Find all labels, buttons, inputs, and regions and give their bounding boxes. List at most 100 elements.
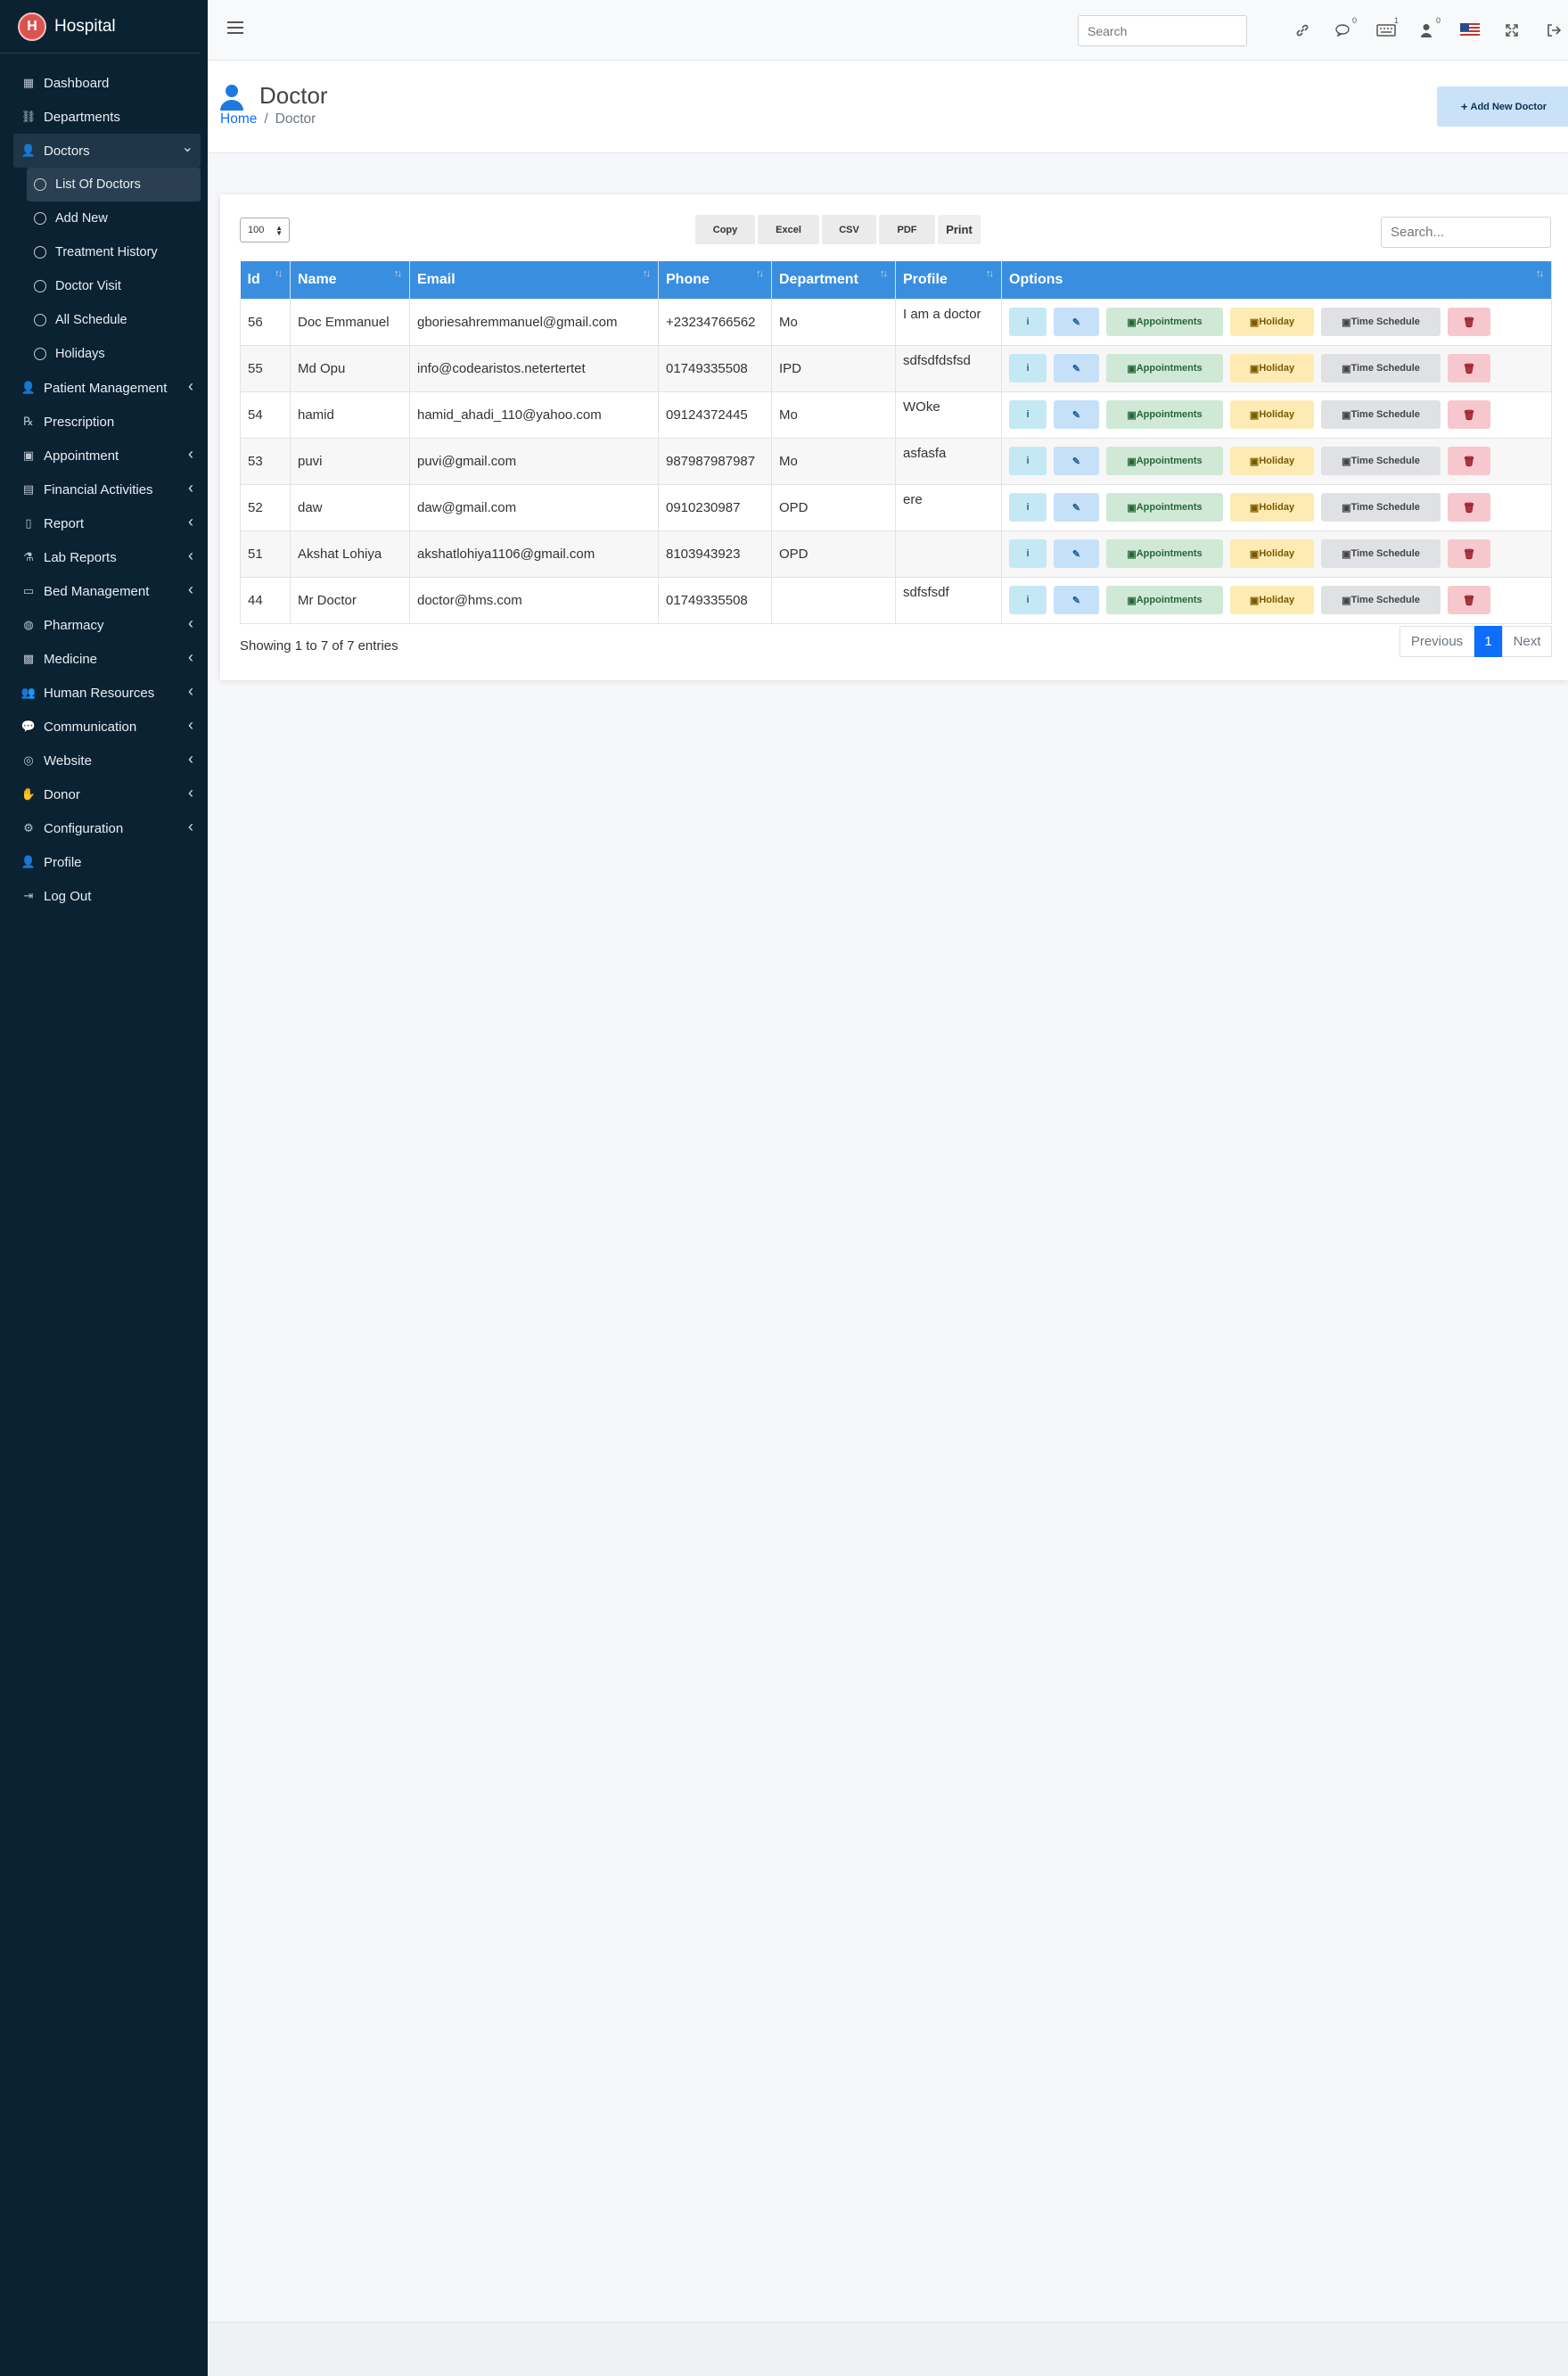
sidebar-subitem-add-new[interactable]: Add New (27, 201, 201, 235)
appointments-button[interactable]: ▣ Appointments (1106, 539, 1223, 568)
time-schedule-button[interactable]: ▣ Time Schedule (1321, 400, 1441, 429)
sidebar-item-profile[interactable]: 👤 Profile (13, 845, 201, 879)
sidebar-item-prescription[interactable]: ℞ Prescription (13, 405, 201, 439)
edit-button[interactable]: ✎ (1054, 586, 1099, 614)
time-schedule-button[interactable]: ▣ Time Schedule (1321, 493, 1441, 522)
info-button[interactable]: i (1009, 586, 1047, 614)
delete-button[interactable]: 🗑 (1448, 400, 1490, 429)
sidebar-item-financial-activities[interactable]: ▤ Financial Activities ‹ (13, 473, 201, 506)
time-schedule-button[interactable]: ▣ Time Schedule (1321, 586, 1441, 614)
time-schedule-button[interactable]: ▣ Time Schedule (1321, 539, 1441, 568)
info-button[interactable]: i (1009, 308, 1047, 336)
edit-button[interactable]: ✎ (1054, 400, 1099, 429)
sidebar-item-dashboard[interactable]: ▦ Dashboard (13, 66, 201, 100)
sidebar-item-configuration[interactable]: ⚙ Configuration ‹ (13, 811, 201, 845)
column-header-email[interactable]: Email ↑↓ (409, 261, 659, 299)
sidebar-item-bed-management[interactable]: ▭ Bed Management ‹ (13, 574, 201, 608)
next-page-button[interactable]: Next (1502, 626, 1552, 657)
comments-icon[interactable]: 0 (1334, 16, 1357, 41)
edit-button[interactable]: ✎ (1054, 447, 1099, 475)
cell-profile: WOke (895, 391, 1002, 439)
previous-page-button[interactable]: Previous (1400, 626, 1474, 657)
appointments-button[interactable]: ▣ Appointments (1106, 493, 1223, 522)
time-schedule-button[interactable]: ▣ Time Schedule (1321, 447, 1441, 475)
edit-button[interactable]: ✎ (1054, 539, 1099, 568)
sidebar-subitem-label: Holidays (55, 347, 105, 361)
column-header-id[interactable]: Id ↑↓ (240, 261, 291, 299)
sidebar-subitem-all-schedule[interactable]: All Schedule (27, 303, 201, 337)
breadcrumb-home-link[interactable]: Home (220, 111, 257, 127)
holiday-button[interactable]: ▣ Holiday (1230, 539, 1314, 568)
holiday-button[interactable]: ▣ Holiday (1230, 354, 1314, 382)
holiday-button[interactable]: ▣ Holiday (1230, 308, 1314, 336)
delete-button[interactable]: 🗑 (1448, 539, 1490, 568)
sidebar-item-pharmacy[interactable]: ◍ Pharmacy ‹ (13, 608, 201, 642)
delete-button[interactable]: 🗑 (1448, 354, 1490, 382)
print-button[interactable]: Print (938, 215, 981, 244)
appointments-button[interactable]: ▣ Appointments (1106, 586, 1223, 614)
sidebar-subitem-holidays[interactable]: Holidays (27, 337, 201, 371)
sidebar-item-communication[interactable]: 💬 Communication ‹ (13, 710, 201, 744)
user-plus-icon[interactable]: 0 (1417, 16, 1441, 41)
time-schedule-button[interactable]: ▣ Time Schedule (1321, 354, 1441, 382)
info-button[interactable]: i (1009, 354, 1047, 382)
info-button[interactable]: i (1009, 539, 1047, 568)
delete-button[interactable]: 🗑 (1448, 493, 1490, 522)
hamburger-menu-icon[interactable] (227, 21, 243, 34)
sidebar-item-doctors[interactable]: 👤 Doctors ⌄ (13, 134, 201, 168)
sidebar-item-medicine[interactable]: ▩ Medicine ‹ (13, 642, 201, 676)
sidebar-item-lab-reports[interactable]: ⚗ Lab Reports ‹ (13, 540, 201, 574)
add-new-doctor-button[interactable]: + Add New Doctor (1437, 86, 1568, 127)
table-search-input[interactable] (1381, 217, 1551, 248)
time-schedule-button[interactable]: ▣ Time Schedule (1321, 308, 1441, 336)
sidebar-item-report[interactable]: ▯ Report ‹ (13, 506, 201, 540)
sidebar-item-log-out[interactable]: ⇥ Log Out (13, 879, 201, 913)
sidebar-item-donor[interactable]: ✋ Donor ‹ (13, 777, 201, 811)
us-flag-icon[interactable] (1459, 20, 1481, 41)
sidebar-item-appointment[interactable]: ▣ Appointment ‹ (13, 439, 201, 473)
edit-button[interactable]: ✎ (1054, 308, 1099, 336)
page-1-button[interactable]: 1 (1474, 626, 1502, 657)
delete-button[interactable]: 🗑 (1448, 308, 1490, 336)
expand-icon[interactable] (1501, 20, 1523, 41)
csv-button[interactable]: CSV (822, 215, 876, 244)
column-header-name[interactable]: Name ↑↓ (290, 261, 410, 299)
column-header-phone[interactable]: Phone ↑↓ (658, 261, 772, 299)
info-button[interactable]: i (1009, 400, 1047, 429)
page-length-select[interactable]: 100 ▲ ▼ (240, 218, 290, 243)
holiday-button[interactable]: ▣ Holiday (1230, 586, 1314, 614)
info-button[interactable]: i (1009, 447, 1047, 475)
sidebar-subitem-list-of-doctors[interactable]: List Of Doctors (27, 168, 201, 201)
sidebar-item-departments[interactable]: ⛓ Departments (13, 100, 201, 134)
edit-button[interactable]: ✎ (1054, 354, 1099, 382)
holiday-button[interactable]: ▣ Holiday (1230, 400, 1314, 429)
column-header-options[interactable]: Options ↑↓ (1001, 261, 1552, 299)
info-button[interactable]: i (1009, 493, 1047, 522)
sidebar-item-human-resources[interactable]: 👥 Human Resources ‹ (13, 676, 201, 710)
appointments-button[interactable]: ▣ Appointments (1106, 400, 1223, 429)
holiday-button[interactable]: ▣ Holiday (1230, 447, 1314, 475)
copy-button[interactable]: Copy (695, 215, 755, 244)
delete-button[interactable]: 🗑 (1448, 447, 1490, 475)
column-header-profile[interactable]: Profile ↑↓ (895, 261, 1002, 299)
cell-name: Akshat Lohiya (290, 530, 410, 578)
brand[interactable]: H Hospital (0, 0, 201, 53)
link-icon[interactable] (1292, 20, 1313, 41)
appointments-button[interactable]: ▣ Appointments (1106, 447, 1223, 475)
sidebar-subitem-doctor-visit[interactable]: Doctor Visit (27, 269, 201, 303)
sidebar-subitem-treatment-history[interactable]: Treatment History (27, 235, 201, 269)
column-header-department[interactable]: Department ↑↓ (771, 261, 896, 299)
holiday-button[interactable]: ▣ Holiday (1230, 493, 1314, 522)
edit-button[interactable]: ✎ (1054, 493, 1099, 522)
sign-out-icon[interactable] (1543, 20, 1564, 41)
delete-button[interactable]: 🗑 (1448, 586, 1490, 614)
top-search-input[interactable] (1078, 15, 1247, 46)
sidebar-item-website[interactable]: ◎ Website ‹ (13, 744, 201, 777)
pdf-button[interactable]: PDF (879, 215, 935, 244)
edit-button-label: ✎ (1071, 363, 1081, 374)
appointments-button[interactable]: ▣ Appointments (1106, 308, 1223, 336)
excel-button[interactable]: Excel (758, 215, 819, 244)
appointments-button[interactable]: ▣ Appointments (1106, 354, 1223, 382)
sidebar-item-patient-management[interactable]: 👤 Patient Management ‹ (13, 371, 201, 405)
keyboard-icon[interactable]: 1 (1375, 16, 1399, 41)
